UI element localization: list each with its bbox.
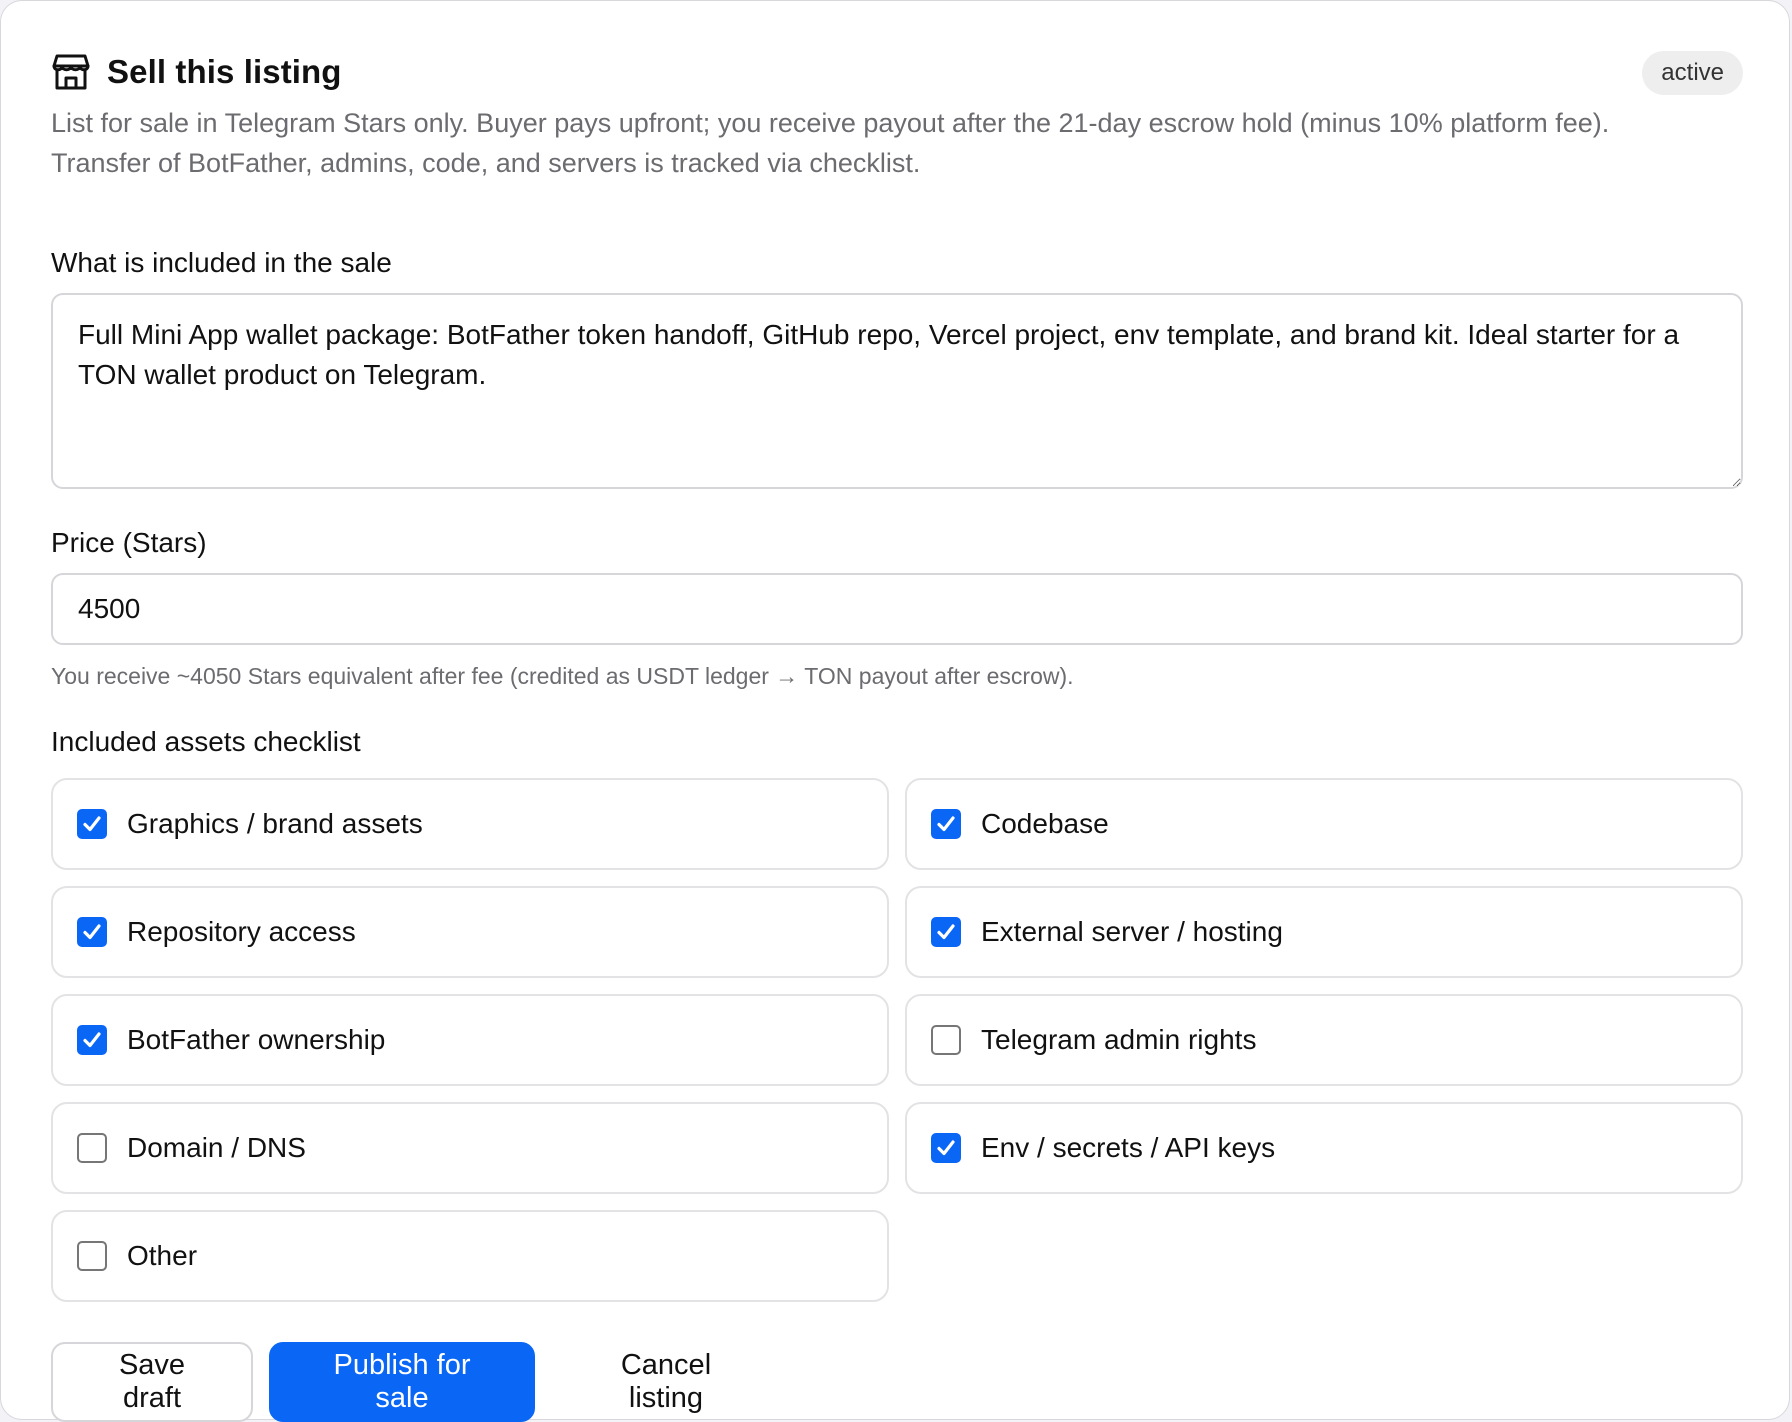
checklist-label: Included assets checklist	[51, 726, 361, 757]
assets-checklist: Graphics / brand assets Codebase Repositor…	[51, 778, 1743, 1302]
checkbox[interactable]	[931, 917, 961, 947]
price-input[interactable]	[51, 573, 1743, 645]
sell-listing-card: Sell this listing active List for sale i…	[0, 0, 1790, 1422]
price-label: Price (Stars)	[51, 527, 207, 558]
checkbox[interactable]	[77, 809, 107, 839]
checkmark-icon	[937, 924, 955, 940]
checklist-item-label: Graphics / brand assets	[127, 808, 423, 839]
checklist-item[interactable]: BotFather ownership	[51, 994, 889, 1086]
checklist-item-label: Repository access	[127, 916, 356, 947]
cancel-listing-button[interactable]: Cancel listing	[551, 1342, 781, 1422]
checkbox[interactable]	[931, 1133, 961, 1163]
checklist-item-label: Env / secrets / API keys	[981, 1132, 1276, 1163]
checkmark-icon	[83, 816, 101, 832]
checklist-item-label: External server / hosting	[981, 916, 1283, 947]
checklist-item[interactable]: Telegram admin rights	[905, 994, 1743, 1086]
payout-hint: You receive ~4050 Stars equivalent after…	[51, 663, 1074, 689]
checklist-item[interactable]: Codebase	[905, 778, 1743, 870]
save-draft-button[interactable]: Save draft	[51, 1342, 253, 1422]
checklist-item[interactable]: Other	[51, 1210, 889, 1302]
checkmark-icon	[83, 1032, 101, 1048]
checklist-item[interactable]: Env / secrets / API keys	[905, 1102, 1743, 1194]
checkbox[interactable]	[931, 1025, 961, 1055]
checklist-item-label: Other	[127, 1240, 198, 1271]
checkbox[interactable]	[77, 1025, 107, 1055]
checklist-item[interactable]: Graphics / brand assets	[51, 778, 889, 870]
checkbox[interactable]	[931, 809, 961, 839]
checklist-item-label: Telegram admin rights	[981, 1024, 1257, 1055]
included-label: What is included in the sale	[51, 247, 392, 278]
listing-description: List for sale in Telegram Stars only. Bu…	[51, 108, 1610, 178]
checklist-item-label: Domain / DNS	[127, 1132, 306, 1163]
checkbox[interactable]	[77, 917, 107, 947]
checklist-item[interactable]: Domain / DNS	[51, 1102, 889, 1194]
checklist-item[interactable]: Repository access	[51, 886, 889, 978]
status-badge: active	[1642, 51, 1743, 95]
included-textarea[interactable]: Full Mini App wallet package: BotFather …	[51, 293, 1743, 489]
checklist-item[interactable]: External server / hosting	[905, 886, 1743, 978]
checkbox[interactable]	[77, 1241, 107, 1271]
checklist-item-label: Codebase	[981, 808, 1109, 839]
page-title: Sell this listing	[107, 53, 342, 90]
card-header: Sell this listing active	[51, 49, 1743, 95]
checkmark-icon	[83, 924, 101, 940]
checkmark-icon	[937, 816, 955, 832]
checkbox[interactable]	[77, 1133, 107, 1163]
action-bar: Save draft Publish for sale Cancel listi…	[51, 1342, 1743, 1422]
publish-button[interactable]: Publish for sale	[269, 1342, 535, 1422]
checkmark-icon	[937, 1140, 955, 1156]
storefront-icon	[51, 52, 91, 92]
checklist-item-label: BotFather ownership	[127, 1024, 386, 1055]
card-content: Sell this listing active List for sale i…	[51, 49, 1743, 1422]
